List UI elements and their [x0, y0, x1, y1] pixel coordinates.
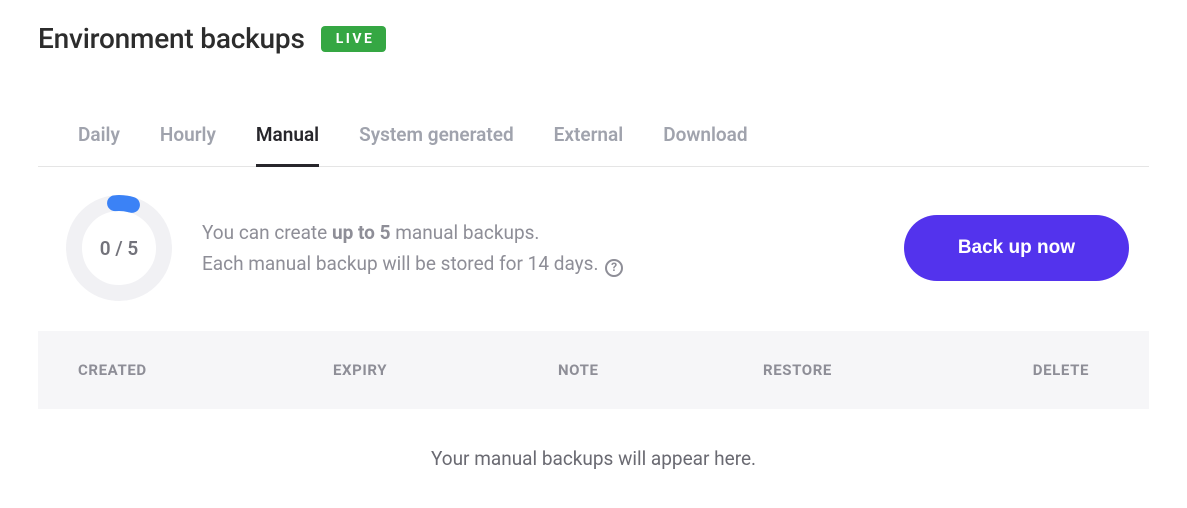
info-line2: Each manual backup will be stored for 14…	[202, 252, 603, 275]
col-created: CREATED	[78, 361, 333, 379]
empty-state-message: Your manual backups will appear here.	[38, 409, 1149, 508]
help-icon[interactable]: ?	[605, 259, 623, 277]
tab-system-generated[interactable]: System generated	[359, 123, 514, 167]
backup-info-text: You can create up to 5 manual backups. E…	[202, 217, 874, 280]
col-delete: DELETE	[1013, 361, 1109, 379]
tab-manual[interactable]: Manual	[256, 123, 319, 167]
manual-backup-panel: 0 / 5 You can create up to 5 manual back…	[38, 167, 1149, 331]
tab-hourly[interactable]: Hourly	[160, 123, 216, 167]
info-line1-suffix: manual backups.	[391, 221, 540, 244]
page-title: Environment backups	[38, 22, 305, 55]
tab-daily[interactable]: Daily	[78, 123, 120, 167]
col-note: NOTE	[558, 361, 763, 379]
tab-external[interactable]: External	[554, 123, 624, 167]
backup-usage-gauge: 0 / 5	[66, 195, 172, 301]
info-line1-prefix: You can create	[202, 221, 332, 244]
tab-download[interactable]: Download	[663, 123, 747, 167]
info-line1-strong: up to 5	[332, 221, 391, 244]
table-header: CREATED EXPIRY NOTE RESTORE DELETE	[38, 331, 1149, 409]
page-header: Environment backups LIVE	[38, 22, 1149, 55]
tabs: Daily Hourly Manual System generated Ext…	[38, 123, 1149, 167]
col-restore: RESTORE	[763, 361, 1013, 379]
backup-now-button[interactable]: Back up now	[904, 215, 1129, 281]
gauge-label: 0 / 5	[66, 195, 172, 301]
live-badge: LIVE	[321, 26, 387, 52]
col-expiry: EXPIRY	[333, 361, 558, 379]
